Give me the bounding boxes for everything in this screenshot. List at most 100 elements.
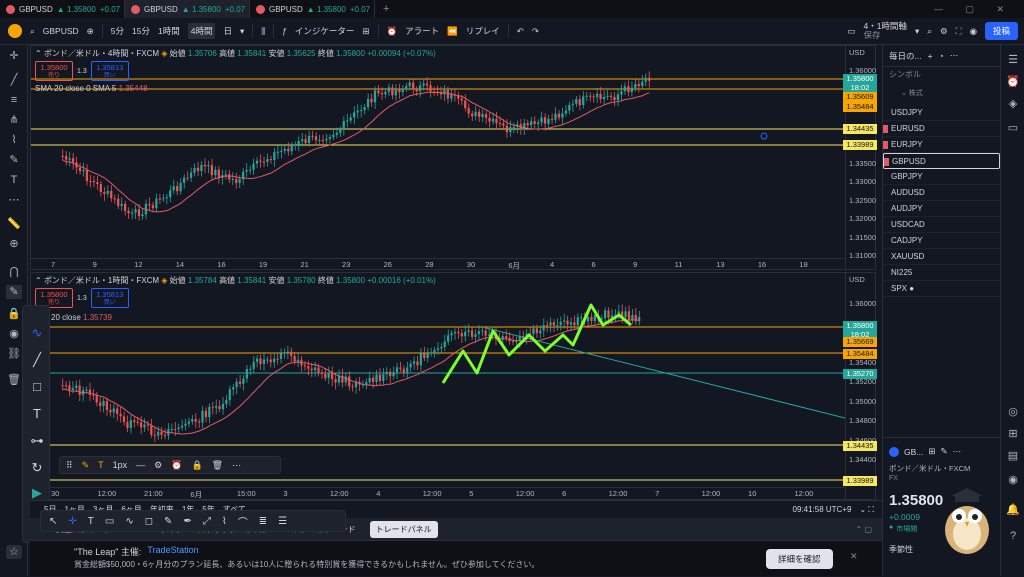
fullscreen-icon[interactable]: ⛶ [956,26,962,37]
trash-icon[interactable]: 🗑 [6,373,22,387]
wave-icon[interactable]: ∿ [125,516,133,527]
pencil-lock-icon[interactable]: ✎ [6,285,22,299]
pencil-icon[interactable]: ✎ [164,516,172,527]
avatar[interactable] [8,24,22,38]
grid-icon[interactable]: ⊞ [928,446,935,457]
watchlist-item[interactable]: AUDUSD [883,185,1000,201]
fib-icon[interactable]: ≣ [259,516,267,527]
edit-icon[interactable]: ✎ [941,446,948,457]
close-icon[interactable]: ✕ [850,551,858,562]
watchlist-item[interactable]: XAUUSD [883,249,1000,265]
watchlist-item[interactable]: SPX ● [883,281,1000,297]
buy-button[interactable]: 1.35813 買い [90,61,129,81]
undo-icon[interactable]: ↶ [517,26,524,37]
more-icon[interactable]: ⋯ [232,460,241,471]
watchlist-item[interactable]: GBPUSD [883,153,1000,169]
chart-tab-3[interactable]: GBPUSD ▲ 1.35800 +0.07 [250,0,375,18]
calendar-icon[interactable]: ▤ [1006,449,1020,463]
lower-price-axis[interactable]: USD 1.360001.358001.356001.354001.352001… [843,273,877,501]
chevron-down-icon[interactable]: ▾ [915,26,919,37]
watchlist-item[interactable]: NI225 [883,265,1000,281]
chart-tab-1[interactable]: GBPUSD ▲ 1.35800 +0.07 [0,0,125,18]
watchlist-item[interactable]: USDJPY [883,105,1000,121]
lower-time-axis[interactable]: 30 12:00 21:00 6月 15:00 3 12:00 4 12:00 5 12:00 6 12… [31,487,845,499]
brush-icon[interactable]: ⌇ [222,516,227,527]
list-icon[interactable]: ☰ [278,516,287,527]
interval-4h[interactable]: 4時間 [187,23,216,39]
lock-icon[interactable]: 🔒 [6,307,22,321]
text-color-icon[interactable]: T [98,460,104,470]
target-icon[interactable]: ◎ [1006,405,1020,419]
collapse-panel-icon[interactable]: ⌃ ▢ [856,525,872,534]
buy-button[interactable]: 1.35813 買い [90,288,129,308]
cursor-icon[interactable]: ↖ [49,516,57,527]
trend-icon[interactable]: ⤢ [203,516,211,527]
lower-candles-svg[interactable] [31,273,845,485]
replay-button[interactable]: リプレイ [466,25,500,37]
watchlist-item[interactable]: AUDJPY [883,201,1000,217]
zoom-icon[interactable]: ⊕ [6,237,22,251]
layout-name-button[interactable]: 4・1時間軸 保存 [863,22,906,40]
crosshair-icon[interactable]: ✛ [68,516,76,527]
chevron-down-icon[interactable]: ⌄ ⛶ [859,505,874,515]
trash-icon[interactable]: 🗑 [212,460,223,471]
help-icon[interactable]: ? [1006,529,1020,543]
search-icon[interactable]: ⌕ [30,26,35,37]
lock-icon[interactable]: 🔒 [191,460,202,471]
bell-icon[interactable]: 🔔 [1006,503,1020,517]
chevron-down-icon[interactable]: ▾ [240,26,244,37]
watchlist-icon[interactable]: ☰ [1006,53,1020,67]
curve-icon[interactable]: ∿ [27,324,47,342]
pattern-icon[interactable]: ⌇ [6,133,22,147]
rotate-icon[interactable]: ↻ [27,459,47,477]
line-style-icon[interactable]: — [136,460,145,470]
text-icon[interactable]: T [27,405,47,423]
alert-button[interactable]: アラート [405,25,439,37]
collapse-icon[interactable]: ⌃ [35,276,44,285]
line-width-button[interactable]: 1px [113,460,128,470]
compare-plus-icon[interactable]: ⊕ [87,26,94,37]
magnet-icon[interactable]: ⋂ [6,265,22,279]
interval-daily[interactable]: 日 [223,25,232,37]
settings-gear-icon[interactable]: ⚙ [940,26,948,37]
drag-handle-icon[interactable]: ⠿ [66,460,73,471]
line-icon[interactable]: ╱ [27,351,47,369]
fib-icon[interactable]: ≡ [6,93,22,107]
window-controls-icon[interactable]: — ▢ ✕ [934,4,1014,15]
watchlist-item[interactable]: CADJPY [883,233,1000,249]
sell-button[interactable]: 1.35800 売り [35,61,73,81]
watchlist-title[interactable]: 毎日の... [889,50,922,62]
chat-icon[interactable]: ▭ [1006,121,1020,135]
watchlist-item[interactable]: GBPJPY [883,169,1000,185]
text-icon[interactable]: T [88,516,94,527]
pencil-color-icon[interactable]: ✎ [82,460,90,471]
upper-candles-svg[interactable] [31,46,845,256]
replay-icon[interactable]: ⏪ [447,26,458,37]
alert-clock-icon[interactable]: ⏰ [171,460,182,471]
more-icon[interactable]: ⋯ [953,446,962,457]
indicators-icon[interactable]: ƒ [282,26,287,36]
add-symbol-icon[interactable]: + [928,51,933,61]
upper-price-axis[interactable]: USD 1.360001.355001.350001.345001.340001… [843,46,877,271]
symbol-search-button[interactable]: GBPUSD [43,26,79,36]
notifications-icon[interactable]: ◉ [1006,473,1020,487]
alert-icon[interactable]: ⏰ [387,26,398,37]
more-icon[interactable]: ⋯ [950,50,959,61]
rectangle-icon[interactable]: ▭ [105,516,114,527]
channel-icon[interactable]: ⋔ [6,113,22,127]
forecast-icon[interactable]: ⋯ [6,193,22,207]
lower-chart-pane[interactable]: ⌃ ポンド／米ドル・1時間・FXCM ◈ 始値 1.35784 高値 1.358… [30,272,877,501]
callout-icon[interactable]: ◻ [145,516,153,527]
layout-icon[interactable]: ▭ [847,26,855,37]
link-icon[interactable]: ⛓ [6,347,22,361]
interval-1h[interactable]: 1時間 [158,25,180,37]
quick-search-icon[interactable]: ⌕ [927,26,932,37]
chart-icon[interactable]: ◔ [939,51,944,61]
pen-icon[interactable]: ✒ [183,516,191,527]
upper-time-axis[interactable]: 7 9 12 14 16 19 21 23 26 28 30 6月 4 6 9 11 13 16 18 [31,258,845,270]
upper-chart-pane[interactable]: ⌃ ポンド／米ドル・4時間・FXCM ◈ 始値 1.35706 高値 1.358… [30,45,877,271]
layers-icon[interactable]: ◈ [1006,97,1020,111]
promo-cta-button[interactable]: 詳細を確認 [766,549,833,569]
watchlist-item[interactable]: EURJPY [883,137,1000,153]
chart-tab-2[interactable]: GBPUSD ▲ 1.35800 +0.07 ✕ [125,0,250,18]
